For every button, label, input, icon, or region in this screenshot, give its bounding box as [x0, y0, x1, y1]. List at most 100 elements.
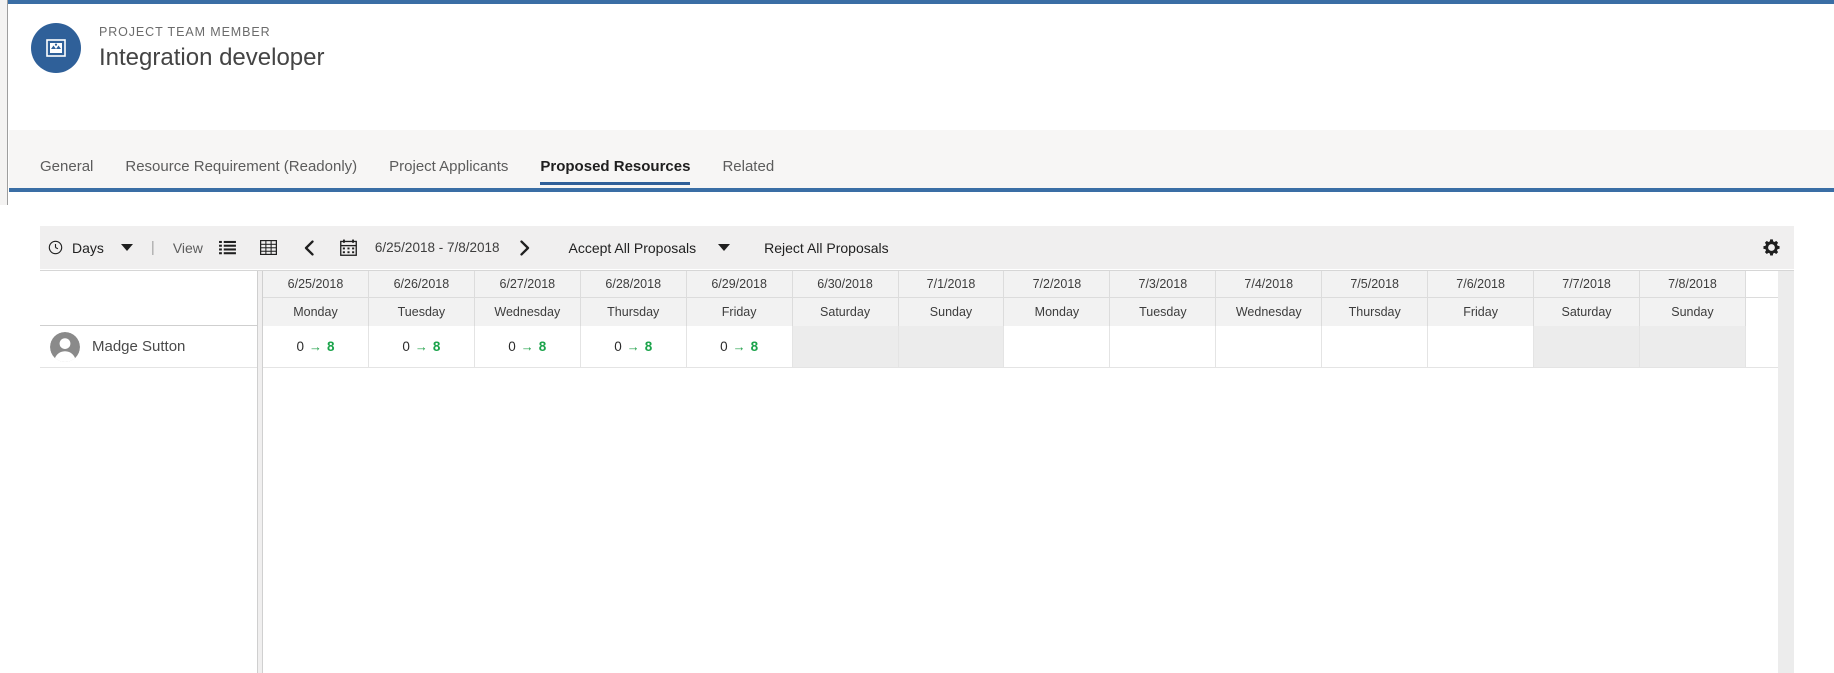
timeline-date-cell: 7/8/2018 [1639, 271, 1746, 298]
timeline-date-cell: 7/2/2018 [1004, 271, 1111, 298]
timeline-header: 6/25/2018 6/26/2018 6/27/2018 6/28/2018 6/29… [263, 271, 1794, 326]
time-scale-selector[interactable]: Days [40, 226, 141, 269]
project-team-member-icon [31, 23, 81, 73]
next-period-button[interactable] [510, 226, 539, 269]
allocation-from: 0 [402, 339, 410, 354]
clock-icon [48, 240, 63, 255]
timeline-date-row: 6/25/2018 6/26/2018 6/27/2018 6/28/2018 6/29… [263, 271, 1794, 298]
allocation-from: 0 [614, 339, 622, 354]
timeline-day-cell: Monday [263, 298, 369, 326]
timeline-day-cell: Friday [1428, 298, 1535, 326]
toolbar-separator: | [150, 239, 155, 256]
chevron-down-icon[interactable] [718, 244, 731, 251]
chevron-down-icon[interactable] [120, 244, 133, 251]
timeline-day-cell: Thursday [1322, 298, 1429, 326]
list-view-button[interactable] [211, 226, 244, 269]
timeline-day-row: Monday Tuesday Wednesday Thursday Friday Satu… [263, 298, 1794, 326]
allocation-cell[interactable]: 0 → 8 [263, 326, 369, 367]
timeline-date-cell: 7/1/2018 [898, 271, 1005, 298]
time-scale-label: Days [72, 239, 104, 256]
timeline-day-cell: Sunday [898, 298, 1005, 326]
resource-row[interactable]: Madge Sutton [40, 326, 257, 368]
allocation-cell[interactable] [1428, 326, 1535, 367]
tab-related[interactable]: Related [706, 158, 790, 188]
tab-project-applicants[interactable]: Project Applicants [373, 158, 524, 188]
gear-icon [1763, 239, 1780, 256]
resource-pane: Madge Sutton [40, 271, 258, 673]
person-avatar-icon [50, 331, 80, 362]
timeline-date-cell: 7/6/2018 [1428, 271, 1535, 298]
previous-period-button[interactable] [285, 226, 324, 269]
list-view-icon [218, 240, 236, 255]
left-rail [0, 0, 8, 205]
timeline-day-cell: Wednesday [474, 298, 581, 326]
calendar-icon [340, 239, 357, 256]
allocation-cell[interactable] [1534, 326, 1640, 367]
tab-resource-requirement-readonly[interactable]: Resource Requirement (Readonly) [109, 158, 373, 188]
allocation-from: 0 [720, 339, 728, 354]
date-range-label[interactable]: 6/25/2018 - 7/8/2018 [365, 240, 510, 255]
arrow-right-icon: → [414, 339, 428, 354]
app-root: PROJECT TEAM MEMBER Integration develope… [0, 0, 1834, 673]
timeline-day-cell: Saturday [1534, 298, 1640, 326]
timeline-date-cell: 7/4/2018 [1216, 271, 1323, 298]
reject-all-proposals-button[interactable]: Reject All Proposals [738, 226, 897, 269]
allocation-cell[interactable]: 0 → 8 [580, 326, 687, 367]
timeline-date-cell: 6/30/2018 [792, 271, 899, 298]
arrow-right-icon: → [626, 339, 640, 354]
timeline-date-cell: 6/26/2018 [368, 271, 475, 298]
timeline-day-cell: Tuesday [1110, 298, 1217, 326]
allocation-cell[interactable] [1110, 326, 1217, 367]
allocation-cell[interactable] [1004, 326, 1111, 367]
scheduler-toolbar: Days | View 6/25/2018 - 7/8/2018 Accept … [40, 226, 1794, 269]
allocation-cell[interactable] [1639, 326, 1746, 367]
timeline-day-cell: Wednesday [1216, 298, 1323, 326]
allocation-cell[interactable] [1322, 326, 1429, 367]
allocation-cell[interactable]: 0 → 8 [368, 326, 475, 367]
timeline-date-cell: 7/7/2018 [1534, 271, 1640, 298]
timeline-filler [263, 368, 1794, 673]
date-picker-button[interactable] [324, 226, 365, 269]
record-entity-label: PROJECT TEAM MEMBER [99, 24, 271, 39]
resource-pane-header [40, 271, 257, 326]
scheduler-settings-button[interactable] [1763, 239, 1794, 256]
timeline-date-cell: 6/28/2018 [580, 271, 687, 298]
arrow-right-icon: → [732, 339, 746, 354]
tab-general[interactable]: General [24, 158, 109, 188]
tab-proposed-resources[interactable]: Proposed Resources [524, 158, 706, 188]
grid-view-button[interactable] [244, 226, 285, 269]
allocation-to: 8 [326, 339, 335, 354]
resource-name: Madge Sutton [92, 338, 186, 355]
allocation-cell[interactable] [792, 326, 899, 367]
timeline-day-cell: Sunday [1639, 298, 1746, 326]
allocation-to: 8 [432, 339, 441, 354]
reject-all-proposals-label: Reject All Proposals [764, 239, 889, 256]
accept-all-proposals-label: Accept All Proposals [568, 239, 697, 256]
timeline-day-cell: Monday [1004, 298, 1111, 326]
timeline-day-cell: Saturday [792, 298, 899, 326]
allocation-to: 8 [750, 339, 759, 354]
allocation-cell[interactable]: 0 → 8 [474, 326, 581, 367]
timeline-pane: 6/25/2018 6/26/2018 6/27/2018 6/28/2018 6/29… [263, 271, 1794, 673]
arrow-right-icon: → [308, 339, 322, 354]
chevron-left-icon [303, 239, 316, 256]
allocation-to: 8 [644, 339, 653, 354]
timeline-row: 0 → 8 0 → 8 0 → 8 0 → 8 0 → 8 [263, 326, 1794, 368]
page-title: Integration developer [99, 43, 325, 71]
allocation-from: 0 [508, 339, 516, 354]
timeline-date-cell: 6/27/2018 [474, 271, 581, 298]
allocation-cell[interactable] [898, 326, 1005, 367]
record-header: PROJECT TEAM MEMBER Integration develope… [9, 5, 1834, 130]
accept-all-proposals-button[interactable]: Accept All Proposals [539, 226, 739, 269]
allocation-cell[interactable]: 0 → 8 [686, 326, 793, 367]
timeline-date-cell: 6/29/2018 [686, 271, 793, 298]
allocation-cell[interactable] [1216, 326, 1323, 367]
grid-view-icon [259, 240, 277, 255]
tab-list: General Resource Requirement (Readonly) Pr… [9, 130, 1834, 188]
resource-row-list: Madge Sutton [40, 326, 257, 368]
tab-strip: General Resource Requirement (Readonly) Pr… [9, 130, 1834, 192]
scheduler-grid: Madge Sutton 6/25/2018 6/26/2018 6/27/2018… [40, 270, 1794, 673]
arrow-right-icon: → [520, 339, 534, 354]
timeline-scrollbar[interactable] [1778, 271, 1794, 673]
timeline-row-list: 0 → 8 0 → 8 0 → 8 0 → 8 0 → 8 [263, 326, 1794, 368]
